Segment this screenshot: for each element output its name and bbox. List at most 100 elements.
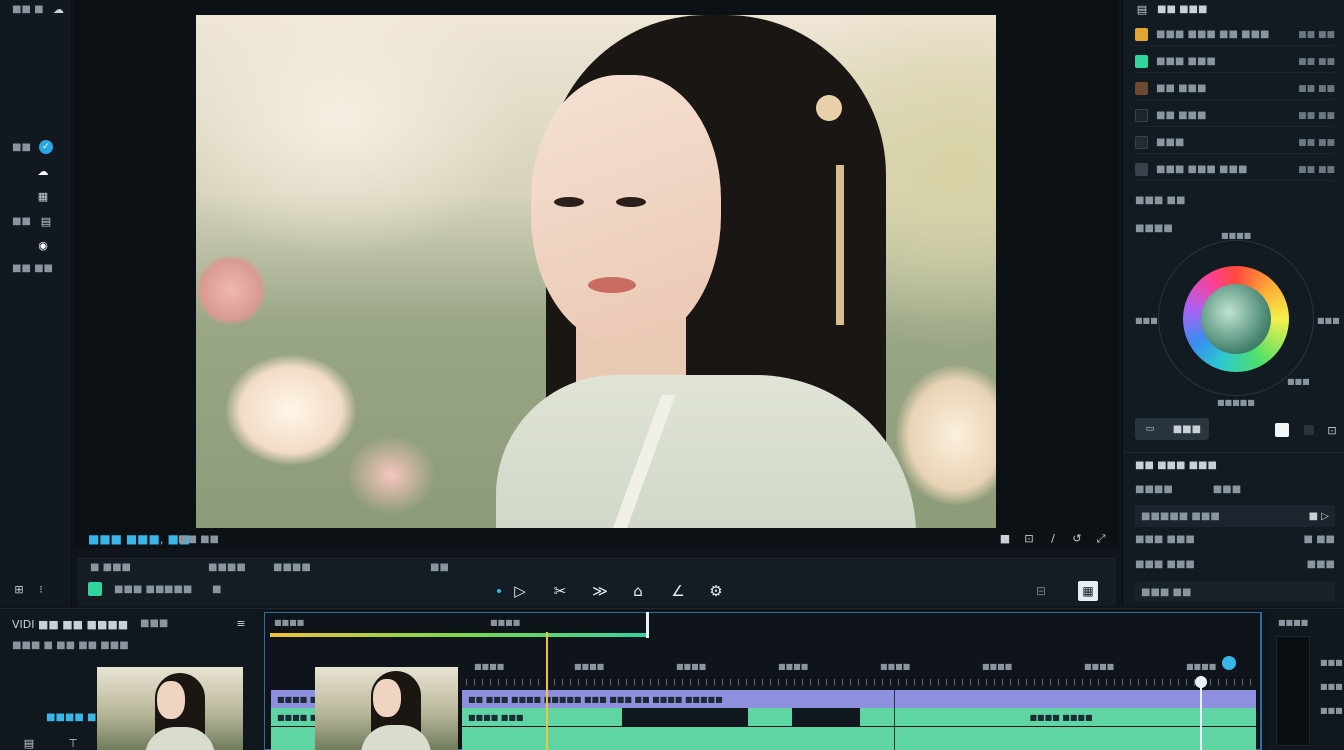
range-handle[interactable] [646, 612, 649, 638]
timeline-clip-video[interactable]: ■■■■ ■■ [271, 690, 315, 708]
timeline-clip-audio[interactable]: ■■■■ ■■ [271, 708, 315, 726]
track-color-chip[interactable] [88, 582, 102, 596]
ruler-tick [594, 679, 595, 686]
fit-icon[interactable]: ⊡ [1022, 531, 1036, 545]
property-row[interactable]: ■■■ ■■■ ■■■ [1135, 559, 1335, 570]
divider [1123, 452, 1344, 453]
slash-icon[interactable]: / [1046, 531, 1060, 545]
left-rail-bottom-icons[interactable]: ⊞ ⁝ [12, 582, 48, 596]
color-wheel-center[interactable] [1201, 284, 1271, 354]
ruler-tick [802, 679, 803, 686]
ruler-tick [986, 679, 987, 686]
ruler-tick [1074, 679, 1075, 686]
ruler-tick [1058, 679, 1059, 686]
left-rail-item-cloud-filled[interactable]: ☁ [36, 164, 50, 178]
menu-icon[interactable]: ≡ [234, 616, 248, 630]
ruler-tick [522, 679, 523, 686]
ruler-tick [634, 679, 635, 686]
media-thumbnail[interactable] [97, 667, 243, 750]
ruler-tick [642, 679, 643, 686]
property-row[interactable]: ■■■■ ■■■ [1135, 484, 1335, 495]
preview-image[interactable] [196, 15, 996, 528]
mask-icon[interactable]: ⌂ [628, 581, 648, 601]
pen-icon[interactable]: ∠ [668, 581, 688, 601]
property-label: ■■■■ [1135, 484, 1173, 495]
grid-icon: ▦ [37, 189, 49, 203]
layer-row[interactable]: ■■■ ■■■ ■■■ ■■ ■■ [1135, 159, 1335, 181]
layout-icon[interactable]: ⊟ [1032, 582, 1050, 600]
ruler-tick [1018, 679, 1019, 686]
effects-icon[interactable]: ⚙ [706, 581, 726, 601]
left-rail-item-cloud[interactable]: ■■ ■ ☁ [12, 2, 66, 16]
ruler-tick [1250, 679, 1251, 686]
timeline-clip-audio[interactable] [748, 708, 792, 726]
ruler-tick [922, 679, 923, 686]
wheel-label: ■■■■ [1221, 231, 1252, 240]
trim-icon[interactable]: ✂ [550, 581, 570, 601]
layer-row[interactable]: ■■■ ■■■ ■■ ■■ [1135, 51, 1335, 73]
expand-icon[interactable]: ⤢ [1094, 531, 1108, 545]
gray-swatch[interactable] [1304, 425, 1314, 435]
layers-icon: ▤ [1136, 2, 1148, 16]
properties-title: ■■ ■■■ ■■■ [1135, 460, 1217, 471]
ruler-tick [706, 679, 707, 686]
ruler-tick [1066, 679, 1067, 686]
end-marker-handle[interactable] [1195, 676, 1207, 688]
layer-row[interactable]: ■■■ ■■■ ■■ ■■■ ■■ ■■ [1135, 24, 1335, 46]
ruler-tick [586, 679, 587, 686]
timeline-gap [792, 708, 860, 726]
timeline-clip-audio[interactable]: ■■■■ ■■■ [462, 708, 622, 726]
folder-icon[interactable]: ▤ [22, 736, 36, 750]
play-icon[interactable]: ▷ [510, 581, 530, 601]
marker-icon[interactable] [1222, 656, 1236, 670]
ruler-tick [978, 679, 979, 686]
reset-icon[interactable]: ↺ [1070, 531, 1084, 545]
timeline-clip-audio[interactable] [462, 727, 1256, 750]
left-rail-item-record[interactable]: ◉ [36, 238, 50, 252]
white-swatch[interactable] [1275, 423, 1289, 437]
playhead[interactable] [546, 632, 548, 750]
check-circle-icon: ✓ [38, 140, 53, 154]
ruler-tick [946, 679, 947, 686]
ruler-tick [1146, 679, 1147, 686]
square-icon[interactable]: ■ [998, 531, 1012, 545]
property-row[interactable]: ■■■ ■■■ ■ ■■ [1135, 534, 1335, 545]
ruler-tick [1034, 679, 1035, 686]
eyedropper-icon[interactable]: ⊡ [1325, 423, 1339, 437]
left-rail-item-active[interactable]: ■■ ✓ [12, 140, 53, 154]
color-mode-button[interactable]: ▭ ■■■ [1135, 418, 1209, 440]
timeline-clip-audio[interactable] [271, 727, 315, 750]
speed-icon[interactable]: ≫ [590, 581, 610, 601]
property-label: ■■■ ■■■ [1135, 559, 1195, 570]
ruler-tick [1026, 679, 1027, 686]
layer-value: ■■ ■■ [1298, 137, 1335, 148]
ruler-tick [1210, 679, 1211, 686]
ruler-tick [754, 679, 755, 686]
wheel-label: ■■■■ [1135, 223, 1173, 234]
ruler-tick [1226, 679, 1227, 686]
property-field[interactable]: ■■■■■ ■■■ ■ ▷ [1135, 505, 1335, 527]
layer-swatch [1135, 82, 1148, 95]
ruler-tick [1242, 679, 1243, 686]
grid-toggle-icon[interactable]: ▦ [1078, 581, 1098, 601]
layer-row[interactable]: ■■ ■■■ ■■ ■■ [1135, 105, 1335, 127]
ruler-tick [1082, 679, 1083, 686]
media-bin-tab[interactable]: ■■■ [140, 618, 168, 629]
ruler-tick [1154, 679, 1155, 686]
timeline-clip-audio[interactable]: ■■■■ ■■■■ [860, 708, 1256, 726]
cut-icon[interactable]: ⊤ [66, 736, 80, 750]
progress-gradient-bar [270, 633, 648, 637]
left-rail-item-user[interactable]: ■■ ■■ [12, 263, 53, 274]
left-rail-item-grid[interactable]: ▦ [36, 189, 50, 203]
ruler-tick [906, 679, 907, 686]
ruler-tick [474, 679, 475, 686]
layer-label: ■■■ ■■■ ■■ ■■■ [1156, 29, 1270, 40]
clip-thumbnail[interactable] [315, 667, 458, 750]
layer-row[interactable]: ■■ ■■■ ■■ ■■ [1135, 78, 1335, 100]
ruler-tick [874, 679, 875, 686]
left-rail-item-grid-2[interactable]: ■■ ▤ [12, 214, 53, 228]
layer-swatch [1135, 109, 1148, 122]
property-field[interactable]: ■■■ ■■ [1135, 582, 1335, 602]
timeline-clip-video[interactable]: ■■ ■■■ ■■■■ ■■■■■ ■■■ ■■■ ■■ ■■■■ ■■■■■ [462, 690, 1256, 708]
layer-row[interactable]: ■■■ ■■ ■■ [1135, 132, 1335, 154]
